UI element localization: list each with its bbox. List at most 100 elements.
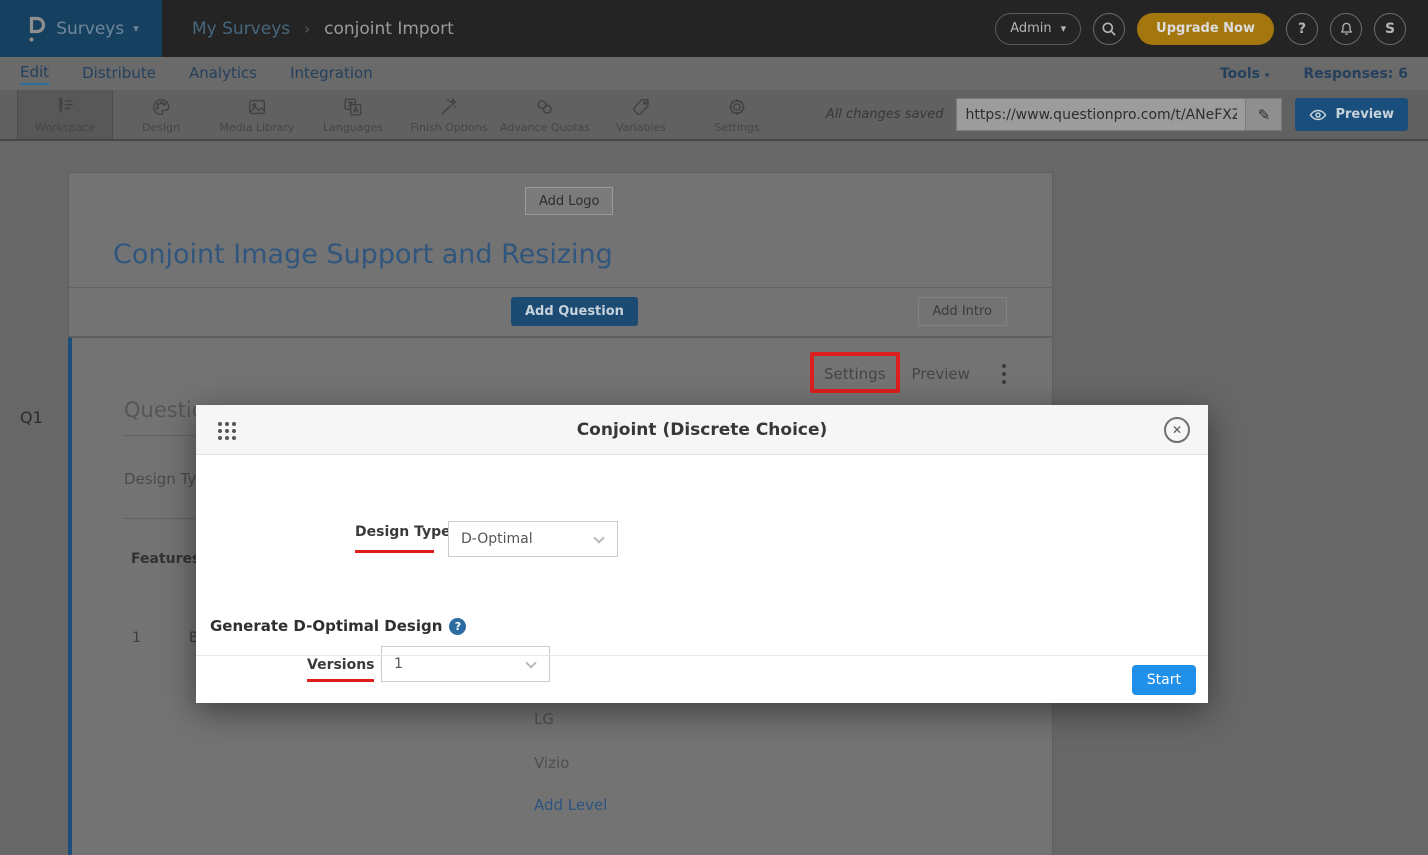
breadcrumb-separator-icon: › <box>304 20 310 38</box>
avatar-initial: S <box>1385 21 1395 37</box>
toolbar-label: Media Library <box>220 121 295 134</box>
question-number-label: Q1 <box>20 408 43 427</box>
nav-right: Tools ▾ Responses: 6 <box>1220 66 1408 82</box>
editor-toolbar: Workspace Design Media Library Languag <box>0 90 1428 141</box>
toolbar-item-workspace[interactable]: Workspace <box>17 90 113 139</box>
breadcrumb-my-surveys[interactable]: My Surveys <box>192 19 290 39</box>
toolbar-item-settings[interactable]: Settings <box>689 90 785 139</box>
languages-icon <box>341 96 365 118</box>
question-controls: Settings Preview <box>824 362 1012 386</box>
pencil-icon: ✎ <box>1258 106 1271 124</box>
add-logo-button[interactable]: Add Logo <box>525 187 613 215</box>
bell-icon <box>1338 20 1355 38</box>
questionpro-logo-icon <box>23 14 47 44</box>
tab-analytics[interactable]: Analytics <box>189 64 257 84</box>
chevron-down-icon <box>593 532 604 543</box>
design-type-label: Design Type <box>355 524 451 540</box>
feature-row-number: 1 <box>132 630 141 646</box>
toolbar-item-languages[interactable]: Languages <box>305 90 401 139</box>
question-mark-icon: ? <box>1298 21 1306 37</box>
preview-label: Preview <box>1335 107 1394 122</box>
features-column-header: Features <box>131 551 200 567</box>
modal-title: Conjoint (Discrete Choice) <box>577 420 828 440</box>
tools-dropdown[interactable]: Tools ▾ <box>1220 66 1269 82</box>
brand-label: Surveys <box>56 19 124 39</box>
modal-body: Design Type D-Optimal Generate D-Optimal… <box>196 455 1208 655</box>
design-icon <box>149 96 173 118</box>
add-question-button[interactable]: Add Question <box>511 297 638 326</box>
tools-label: Tools <box>1220 66 1260 82</box>
breadcrumb-current: conjoint Import <box>324 19 454 39</box>
help-button[interactable]: ? <box>1286 13 1318 45</box>
tab-distribute[interactable]: Distribute <box>82 64 156 84</box>
annotation-underline <box>355 550 434 553</box>
preview-survey-button[interactable]: Preview <box>1295 98 1408 131</box>
question-settings-button[interactable]: Settings <box>824 365 886 383</box>
surveys-menu[interactable]: Surveys ▾ <box>0 0 162 57</box>
workspace-icon <box>53 96 77 118</box>
media-library-icon <box>245 96 269 118</box>
add-intro-button[interactable]: Add Intro <box>918 297 1007 326</box>
upgrade-label: Upgrade Now <box>1156 21 1255 36</box>
toolbar-label: Settings <box>714 121 759 134</box>
tab-edit[interactable]: Edit <box>20 63 49 85</box>
drag-handle-icon[interactable] <box>218 422 236 440</box>
autosave-status: All changes saved <box>826 107 944 122</box>
add-intro-label: Add Intro <box>933 304 992 319</box>
design-type-value: D-Optimal <box>461 531 533 547</box>
toolbar-label: Advance Quotas <box>500 121 590 134</box>
search-button[interactable] <box>1093 13 1125 45</box>
toolbar-item-media-library[interactable]: Media Library <box>209 90 305 139</box>
modal-header: Conjoint (Discrete Choice) ✕ <box>196 405 1208 455</box>
responses-count: Responses: 6 <box>1303 66 1408 82</box>
survey-header-footer: Add Question Add Intro <box>69 287 1052 336</box>
level-item: LG <box>534 710 554 728</box>
close-icon[interactable]: ✕ <box>1164 417 1190 443</box>
edit-url-button[interactable]: ✎ <box>1245 99 1281 130</box>
design-type-select[interactable]: D-Optimal <box>448 521 618 557</box>
survey-url-input[interactable] <box>957 99 1245 130</box>
tab-integration[interactable]: Integration <box>290 64 373 84</box>
toolbar-item-design[interactable]: Design <box>113 90 209 139</box>
chevron-down-icon: ▾ <box>133 22 139 35</box>
settings-icon <box>725 96 749 118</box>
avatar[interactable]: S <box>1374 13 1406 45</box>
start-button[interactable]: Start <box>1132 665 1196 695</box>
upgrade-now-button[interactable]: Upgrade Now <box>1137 13 1274 45</box>
chevron-down-icon: ▾ <box>1061 22 1067 35</box>
add-logo-label: Add Logo <box>539 194 599 209</box>
notifications-button[interactable] <box>1330 13 1362 45</box>
toolbar-label: Design <box>142 121 180 134</box>
survey-url-box: ✎ <box>956 98 1282 131</box>
breadcrumb: My Surveys › conjoint Import <box>192 19 454 39</box>
advance-quotas-icon <box>533 96 557 118</box>
toolbar-right: All changes saved ✎ Preview <box>826 90 1428 139</box>
admin-label: Admin <box>1010 21 1051 36</box>
search-icon <box>1100 20 1118 38</box>
toolbar-item-finish-options[interactable]: Finish Options <box>401 90 497 139</box>
help-icon[interactable]: ? <box>449 618 466 635</box>
question-preview-button[interactable]: Preview <box>912 365 970 383</box>
add-level-link[interactable]: Add Level <box>534 796 607 814</box>
generate-design-label: Generate D-Optimal Design <box>210 617 442 635</box>
finish-options-icon <box>437 96 461 118</box>
start-label: Start <box>1147 672 1181 688</box>
toolbar-label: Languages <box>323 121 383 134</box>
screen: Surveys ▾ My Surveys › conjoint Import A… <box>0 0 1428 855</box>
variables-icon <box>629 96 653 118</box>
toolbar-label: Workspace <box>35 121 95 134</box>
toolbar-label: Variables <box>616 121 666 134</box>
top-header-bar: Surveys ▾ My Surveys › conjoint Import A… <box>0 0 1428 57</box>
admin-dropdown[interactable]: Admin ▾ <box>995 13 1081 45</box>
survey-header-card: Add Logo Conjoint Image Support and Resi… <box>68 172 1053 337</box>
toolbar-item-advance-quotas[interactable]: Advance Quotas <box>497 90 593 139</box>
annotation-underline <box>307 679 374 682</box>
add-question-label: Add Question <box>525 304 624 319</box>
eye-icon <box>1309 108 1327 122</box>
survey-title[interactable]: Conjoint Image Support and Resizing <box>113 239 613 270</box>
chevron-down-icon: ▾ <box>1265 71 1270 81</box>
kebab-menu-icon[interactable] <box>996 362 1012 386</box>
toolbar-item-variables[interactable]: Variables <box>593 90 689 139</box>
generate-design-heading: Generate D-Optimal Design ? <box>210 617 466 635</box>
survey-nav-bar: Edit Distribute Analytics Integration To… <box>0 57 1428 90</box>
